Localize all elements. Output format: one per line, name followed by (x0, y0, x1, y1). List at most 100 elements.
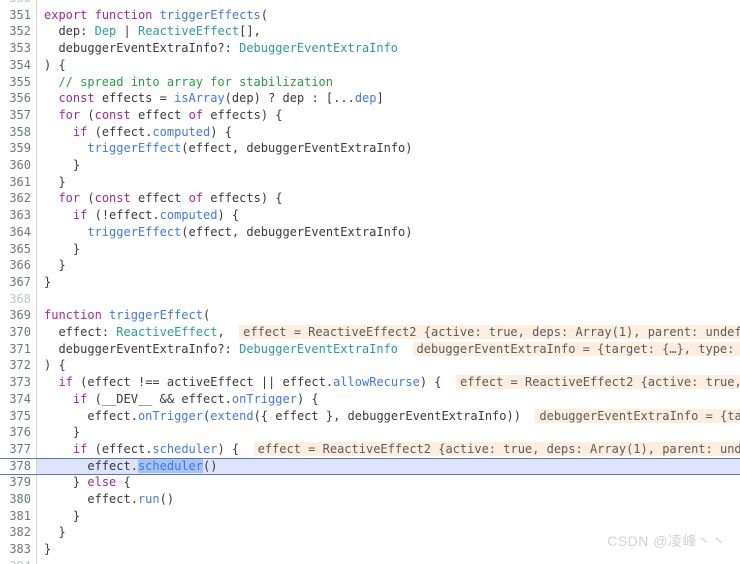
code-token: effect (137, 191, 182, 206)
code-line[interactable]: } (38, 174, 740, 191)
code-punctuation: ( (202, 308, 211, 323)
code-line[interactable]: effect.scheduler() (38, 458, 740, 475)
code-line[interactable]: effect.run() (38, 491, 740, 508)
code-line[interactable]: effect: ReactiveEffect, effect = Reactiv… (38, 324, 740, 341)
code-comment: // spread into array for stabilization (58, 74, 333, 89)
line-number[interactable]: 350 (0, 0, 31, 7)
code-punctuation: , (231, 141, 240, 156)
line-number[interactable]: 365 (0, 241, 31, 258)
code-token: onTrigger (137, 408, 203, 423)
line-number[interactable]: 353 (0, 40, 31, 57)
current-line-border-bottom (0, 474, 740, 476)
code-line[interactable]: function triggerEffect( (38, 307, 740, 324)
inline-debug-value-hint[interactable]: effect = ReactiveEffect2 {active: true, … (253, 441, 740, 456)
code-line[interactable]: export function triggerEffects( (38, 7, 740, 24)
code-punctuation: ) (260, 107, 269, 122)
code-token: effect (109, 208, 153, 223)
line-number[interactable]: 368 (0, 291, 31, 308)
code-editor-view[interactable]: export function triggerEffects( dep: Dep… (0, 0, 740, 564)
code-line[interactable]: if (__DEV__ && effect.onTrigger) { (38, 391, 740, 408)
line-number[interactable]: 375 (0, 408, 31, 425)
code-line[interactable]: if (effect !== activeEffect || effect.al… (38, 374, 740, 391)
code-line[interactable]: ) { (38, 57, 740, 74)
line-number-gutter[interactable]: 3503513523533543553563573583593603613623… (0, 0, 37, 564)
inline-debug-value-hint[interactable]: debuggerEventExtraInfo = {target: {…}, t… (412, 341, 740, 356)
code-line[interactable]: triggerEffect(effect, debuggerEventExtra… (38, 224, 740, 241)
code-token: export (44, 7, 88, 22)
line-number[interactable]: 363 (0, 207, 31, 224)
code-line[interactable]: if (effect.scheduler) { effect = Reactiv… (38, 441, 740, 458)
code-line[interactable]: } (38, 157, 740, 174)
line-number[interactable]: 367 (0, 274, 31, 291)
code-token: dep (231, 91, 254, 106)
code-line[interactable]: } (38, 274, 740, 291)
code-line[interactable]: // spread into array for stabilization (38, 74, 740, 91)
line-number[interactable]: 364 (0, 224, 31, 241)
code-line[interactable]: if (effect.computed) { (38, 124, 740, 141)
line-number[interactable]: 382 (0, 524, 31, 541)
line-number[interactable]: 357 (0, 107, 31, 124)
line-number[interactable]: 354 (0, 57, 31, 74)
code-line[interactable]: } (38, 241, 740, 258)
current-line-border-top (0, 457, 740, 459)
code-token: run (137, 492, 160, 506)
code-punctuation: . (130, 492, 138, 506)
code-token: debuggerEventExtraInfo (58, 41, 218, 56)
code-token: effect (275, 408, 319, 423)
code-line[interactable]: } (38, 508, 740, 525)
code-punctuation: ) (210, 124, 218, 139)
line-number[interactable]: 374 (0, 391, 31, 408)
line-number[interactable]: 378 (0, 458, 31, 475)
code-line[interactable]: } (38, 257, 740, 274)
line-number[interactable]: 360 (0, 157, 31, 174)
line-number[interactable]: 370 (0, 324, 31, 341)
code-line[interactable]: effect.onTrigger(extend({ effect }, debu… (38, 408, 740, 425)
code-token: effect (181, 391, 225, 406)
code-line[interactable]: dep: Dep | ReactiveEffect[], (38, 23, 740, 40)
code-punctuation: !== (137, 375, 160, 390)
inline-debug-value-hint[interactable]: debuggerEventExtraInfo = {target: {…}, (535, 408, 740, 423)
line-number[interactable]: 358 (0, 124, 31, 141)
code-punctuation: [], (239, 24, 261, 39)
code-line[interactable]: for (const effect of effects) { (38, 190, 740, 207)
line-number[interactable]: 384 (0, 558, 31, 564)
code-line[interactable]: ) { (38, 357, 740, 374)
code-line[interactable] (38, 558, 740, 564)
line-number[interactable]: 371 (0, 341, 31, 358)
line-number[interactable]: 380 (0, 491, 31, 508)
code-line[interactable]: } else { (38, 474, 740, 491)
code-line[interactable]: } (38, 424, 740, 441)
inline-debug-value-hint[interactable]: effect = ReactiveEffect2 {active: true, … (455, 375, 740, 390)
line-number[interactable]: 376 (0, 424, 31, 441)
line-number[interactable]: 372 (0, 357, 31, 374)
line-number[interactable]: 352 (0, 23, 31, 40)
line-number[interactable]: 356 (0, 90, 31, 107)
code-token: DebuggerEventExtraInfo (239, 341, 399, 356)
code-line[interactable]: if (!effect.computed) { (38, 207, 740, 224)
line-number[interactable]: 373 (0, 374, 31, 391)
line-number[interactable]: 359 (0, 140, 31, 157)
line-number[interactable]: 355 (0, 74, 31, 91)
line-number[interactable]: 381 (0, 508, 31, 525)
code-line[interactable]: debuggerEventExtraInfo?: DebuggerEventEx… (38, 40, 740, 57)
code-line[interactable] (38, 0, 740, 7)
line-number[interactable]: 369 (0, 307, 31, 324)
code-line[interactable]: for (const effect of effects) { (38, 107, 740, 124)
line-number[interactable]: 351 (0, 7, 31, 24)
code-line[interactable]: const effects = isArray(dep) ? dep : [..… (38, 90, 740, 107)
line-number[interactable]: 362 (0, 190, 31, 207)
code-punctuation: ( (94, 124, 102, 139)
code-line[interactable] (38, 291, 740, 308)
code-content-area[interactable]: export function triggerEffects( dep: Dep… (38, 0, 740, 564)
code-token: triggerEffect (87, 224, 182, 239)
line-number[interactable]: 361 (0, 174, 31, 191)
line-number[interactable]: 377 (0, 441, 31, 458)
code-line[interactable]: triggerEffect(effect, debuggerEventExtra… (38, 140, 740, 157)
code-token: debuggerEventExtraInfo (347, 408, 507, 423)
inline-debug-value-hint[interactable]: effect = ReactiveEffect2 {active: true, … (239, 325, 740, 339)
line-number[interactable]: 379 (0, 474, 31, 491)
line-number[interactable]: 383 (0, 541, 31, 558)
code-punctuation: | (123, 24, 131, 39)
line-number[interactable]: 366 (0, 257, 31, 274)
code-line[interactable]: debuggerEventExtraInfo?: DebuggerEventEx… (38, 341, 740, 358)
